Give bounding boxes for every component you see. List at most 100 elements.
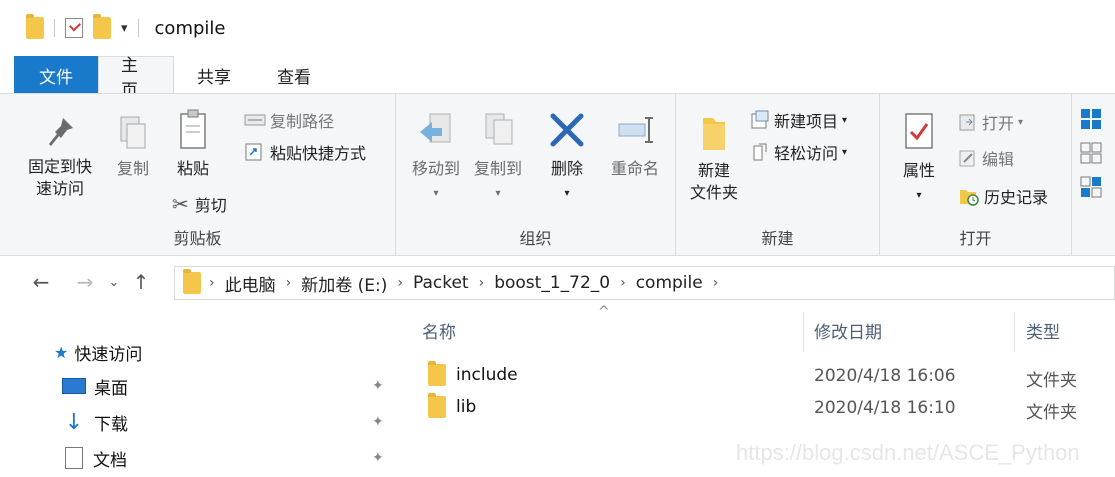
- address-bar-row: ← → ⌄ ↑ › 此电脑 › 新加卷 (E:) › Packet › boos…: [0, 258, 1115, 306]
- paste-button[interactable]: 粘贴: [168, 108, 218, 180]
- new-item-label: 新建项目: [774, 112, 839, 131]
- clipboard-group: 固定到快 速访问 复制 粘贴 复制路径 粘贴快捷方式 ✂ 剪切 剪贴板: [0, 94, 396, 255]
- tab-file[interactable]: 文件: [14, 56, 98, 94]
- open-dropdown-icon: ▾: [1018, 116, 1024, 128]
- nav-item-quick-access[interactable]: ★ 快速访问: [54, 338, 142, 366]
- move-to-dropdown-icon: ▾: [433, 188, 439, 199]
- crumb-packet[interactable]: Packet: [413, 273, 469, 293]
- folder-icon[interactable]: [26, 14, 44, 39]
- copy-path-button[interactable]: 复制路径: [244, 108, 334, 132]
- rename-label: 重命名: [610, 159, 659, 178]
- crumb-separator-icon[interactable]: ›: [209, 275, 215, 291]
- paste-shortcut-button[interactable]: 粘贴快捷方式: [244, 140, 366, 164]
- crumb-separator-icon[interactable]: ›: [713, 275, 719, 291]
- column-header-type[interactable]: 类型: [1026, 318, 1060, 343]
- rename-button[interactable]: 重命名: [602, 110, 668, 180]
- download-icon: ↓: [64, 409, 84, 435]
- easy-access-dropdown-icon: ▾: [842, 146, 848, 158]
- column-divider[interactable]: [1014, 312, 1015, 352]
- back-arrow-icon[interactable]: ←: [26, 270, 56, 294]
- open-label: 打开: [982, 114, 1015, 133]
- crumb-separator-icon[interactable]: ›: [286, 275, 292, 291]
- recent-locations-chevron-icon[interactable]: ⌄: [104, 275, 124, 290]
- easy-access-icon: [753, 143, 767, 161]
- copy-label: 复制: [116, 159, 149, 178]
- forward-arrow-icon[interactable]: →: [70, 270, 100, 294]
- delete-button[interactable]: 删除 ▾: [542, 110, 592, 205]
- pin-label-line1: 固定到快: [27, 157, 92, 176]
- ribbon-tabs: 文件 主页 共享 查看: [14, 56, 334, 101]
- sort-ascending-icon: ^: [598, 304, 610, 320]
- crumb-separator-icon[interactable]: ›: [397, 275, 403, 291]
- move-to-label: 移动到: [411, 159, 460, 178]
- nav-item-downloads[interactable]: ↓ 下载: [62, 408, 128, 436]
- column-header-date[interactable]: 修改日期: [814, 318, 882, 343]
- crumb-compile[interactable]: compile: [636, 273, 703, 293]
- delete-label: 删除: [550, 159, 583, 178]
- copy-to-label: 复制到: [473, 159, 522, 178]
- crumb-separator-icon[interactable]: ›: [479, 275, 485, 291]
- address-box[interactable]: › 此电脑 › 新加卷 (E:) › Packet › boost_1_72_0…: [174, 266, 1115, 300]
- crumb-this-pc[interactable]: 此电脑: [225, 271, 276, 296]
- new-folder-quick-icon[interactable]: [93, 14, 111, 39]
- table-row[interactable]: include: [428, 361, 518, 386]
- pin-icon[interactable]: ✦: [372, 414, 384, 430]
- quick-access-dropdown-icon[interactable]: ▾: [121, 21, 128, 36]
- folder-icon: [183, 269, 201, 294]
- new-item-dropdown-icon: ▾: [842, 114, 848, 126]
- window-title: compile: [154, 17, 226, 39]
- copy-path-label: 复制路径: [270, 112, 335, 131]
- new-folder-label-line2: 文件夹: [689, 183, 738, 202]
- nav-item-label: 文档: [93, 450, 127, 471]
- edit-button[interactable]: 编辑: [958, 146, 1014, 170]
- copy-icon: [120, 116, 146, 149]
- history-button[interactable]: 历史记录: [958, 184, 1048, 208]
- pin-icon[interactable]: ✦: [372, 450, 384, 466]
- select-none-icon[interactable]: [1080, 142, 1102, 168]
- crumb-separator-icon[interactable]: ›: [620, 275, 626, 291]
- file-date: 2020/4/18 16:06: [814, 366, 956, 386]
- new-item-button[interactable]: 新建项目 ▾: [750, 108, 847, 132]
- delete-dropdown-icon: ▾: [564, 188, 570, 199]
- properties-button[interactable]: 属性 ▾: [894, 110, 944, 207]
- easy-access-label: 轻松访问: [774, 144, 839, 163]
- new-folder-button[interactable]: 新建 文件夹: [684, 110, 744, 204]
- desktop-icon: [62, 378, 86, 394]
- paste-label: 粘贴: [176, 159, 209, 178]
- crumb-drive[interactable]: 新加卷 (E:): [301, 271, 387, 296]
- pin-icon: [49, 118, 73, 146]
- navigation-pane: ★ 快速访问 桌面 ✦ ↓ 下载 ✦ 文档 ✦: [0, 306, 400, 477]
- nav-item-desktop[interactable]: 桌面: [62, 372, 128, 400]
- column-divider[interactable]: [803, 312, 804, 352]
- copy-to-button[interactable]: 复制到 ▾: [468, 110, 528, 205]
- new-folder-label-line1: 新建: [697, 161, 730, 180]
- tab-view[interactable]: 查看: [254, 56, 334, 94]
- tab-share[interactable]: 共享: [174, 56, 254, 94]
- properties-quick-icon[interactable]: [65, 18, 83, 38]
- ribbon: 固定到快 速访问 复制 粘贴 复制路径 粘贴快捷方式 ✂ 剪切 剪贴板 移动到 …: [0, 93, 1115, 256]
- select-all-icon[interactable]: [1080, 108, 1102, 134]
- invert-selection-icon[interactable]: [1080, 176, 1102, 202]
- open-button[interactable]: 打开 ▾: [958, 110, 1023, 134]
- title-bar: ▾ compile: [0, 0, 1115, 56]
- paste-shortcut-icon: [245, 143, 262, 161]
- column-header-name[interactable]: 名称: [422, 318, 456, 343]
- divider: [54, 19, 55, 37]
- copy-button[interactable]: 复制: [108, 114, 158, 180]
- new-item-icon: [751, 110, 769, 129]
- nav-item-label: 下载: [94, 414, 128, 435]
- paste-shortcut-label: 粘贴快捷方式: [270, 144, 367, 163]
- easy-access-button[interactable]: 轻松访问 ▾: [750, 140, 847, 164]
- nav-item-documents[interactable]: 文档: [62, 444, 127, 472]
- properties-label: 属性: [902, 161, 935, 180]
- pin-icon[interactable]: ✦: [372, 378, 384, 394]
- move-to-button[interactable]: 移动到 ▾: [404, 110, 468, 205]
- crumb-boost[interactable]: boost_1_72_0: [494, 273, 610, 293]
- pin-quick-access-button[interactable]: 固定到快 速访问: [18, 114, 102, 200]
- cut-button[interactable]: ✂ 剪切: [172, 192, 227, 216]
- tab-home[interactable]: 主页: [98, 56, 174, 101]
- up-arrow-icon[interactable]: ↑: [126, 270, 156, 294]
- open-icon: [959, 114, 975, 131]
- file-date: 2020/4/18 16:10: [814, 398, 956, 418]
- table-row[interactable]: lib: [428, 393, 476, 418]
